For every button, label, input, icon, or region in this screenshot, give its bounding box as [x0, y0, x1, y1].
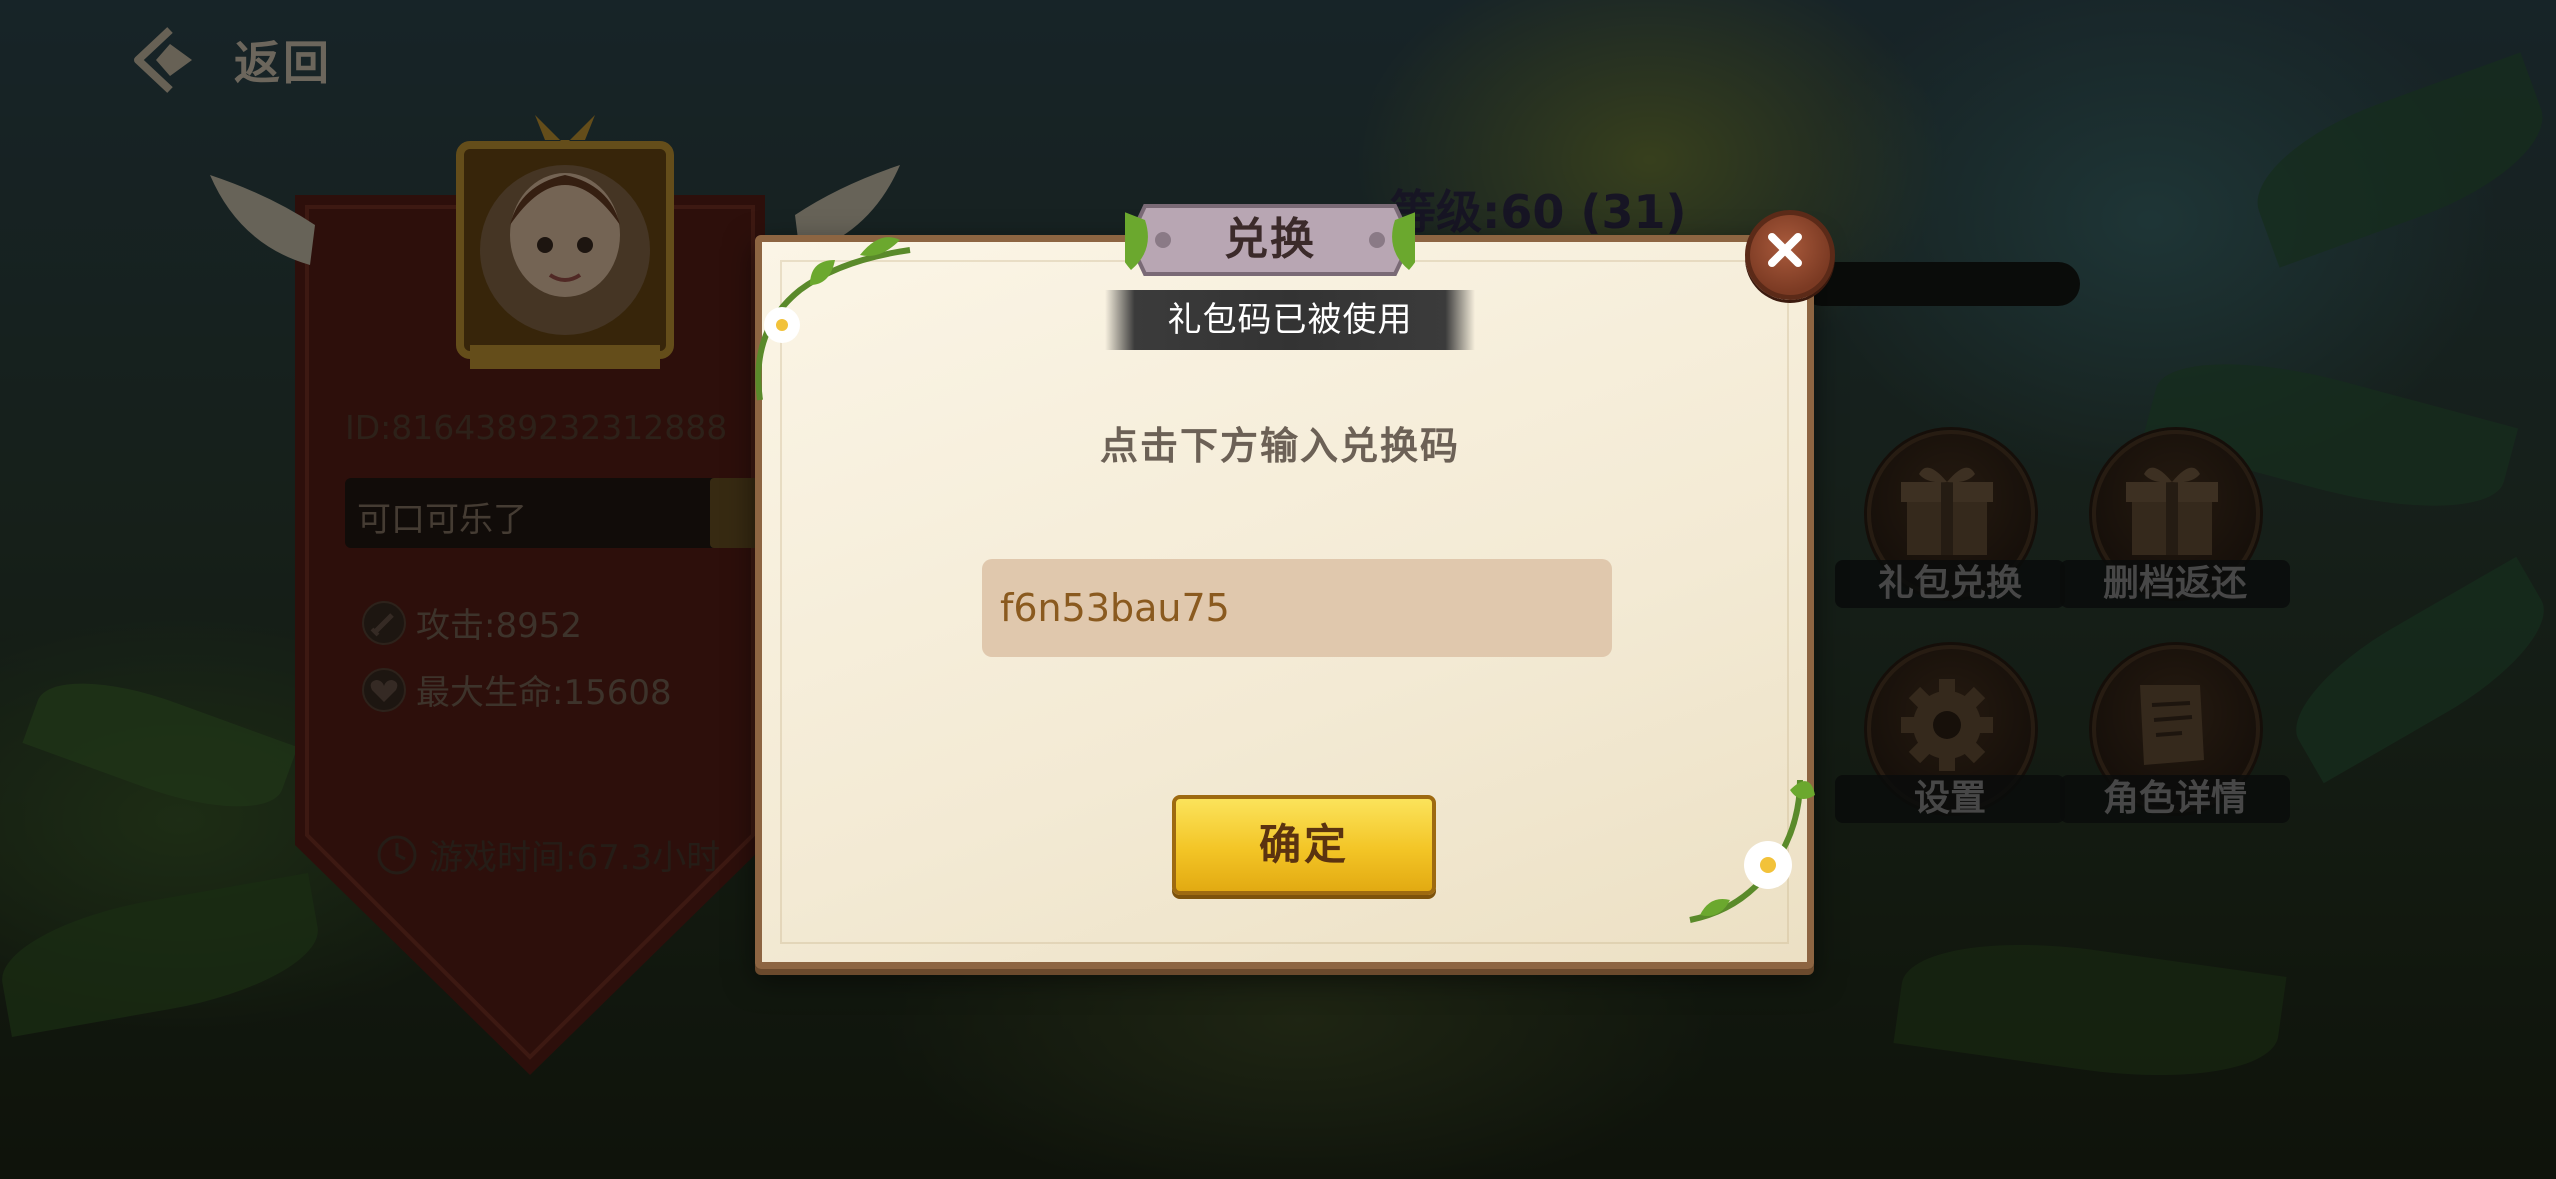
status-message: 礼包码已被使用 — [1167, 300, 1413, 340]
confirm-button[interactable]: 确定 — [1172, 795, 1436, 895]
status-banner: 礼包码已被使用 — [1105, 290, 1475, 350]
redeem-dialog: 兑换 礼包码已被使用 点击下方输入兑换码 确定 — [740, 150, 1835, 970]
input-prompt: 点击下方输入兑换码 — [1099, 424, 1460, 468]
vine-decoration-bottom-right — [1689, 779, 1815, 923]
vine-decoration-top-left — [755, 237, 911, 401]
redeem-code-input[interactable] — [982, 559, 1612, 657]
close-icon — [1768, 233, 1802, 267]
dialog-title-plate: 兑换 — [1125, 200, 1415, 280]
close-button[interactable] — [1745, 210, 1835, 300]
confirm-label: 确定 — [1258, 820, 1349, 869]
dialog-title: 兑换 — [1224, 214, 1316, 265]
